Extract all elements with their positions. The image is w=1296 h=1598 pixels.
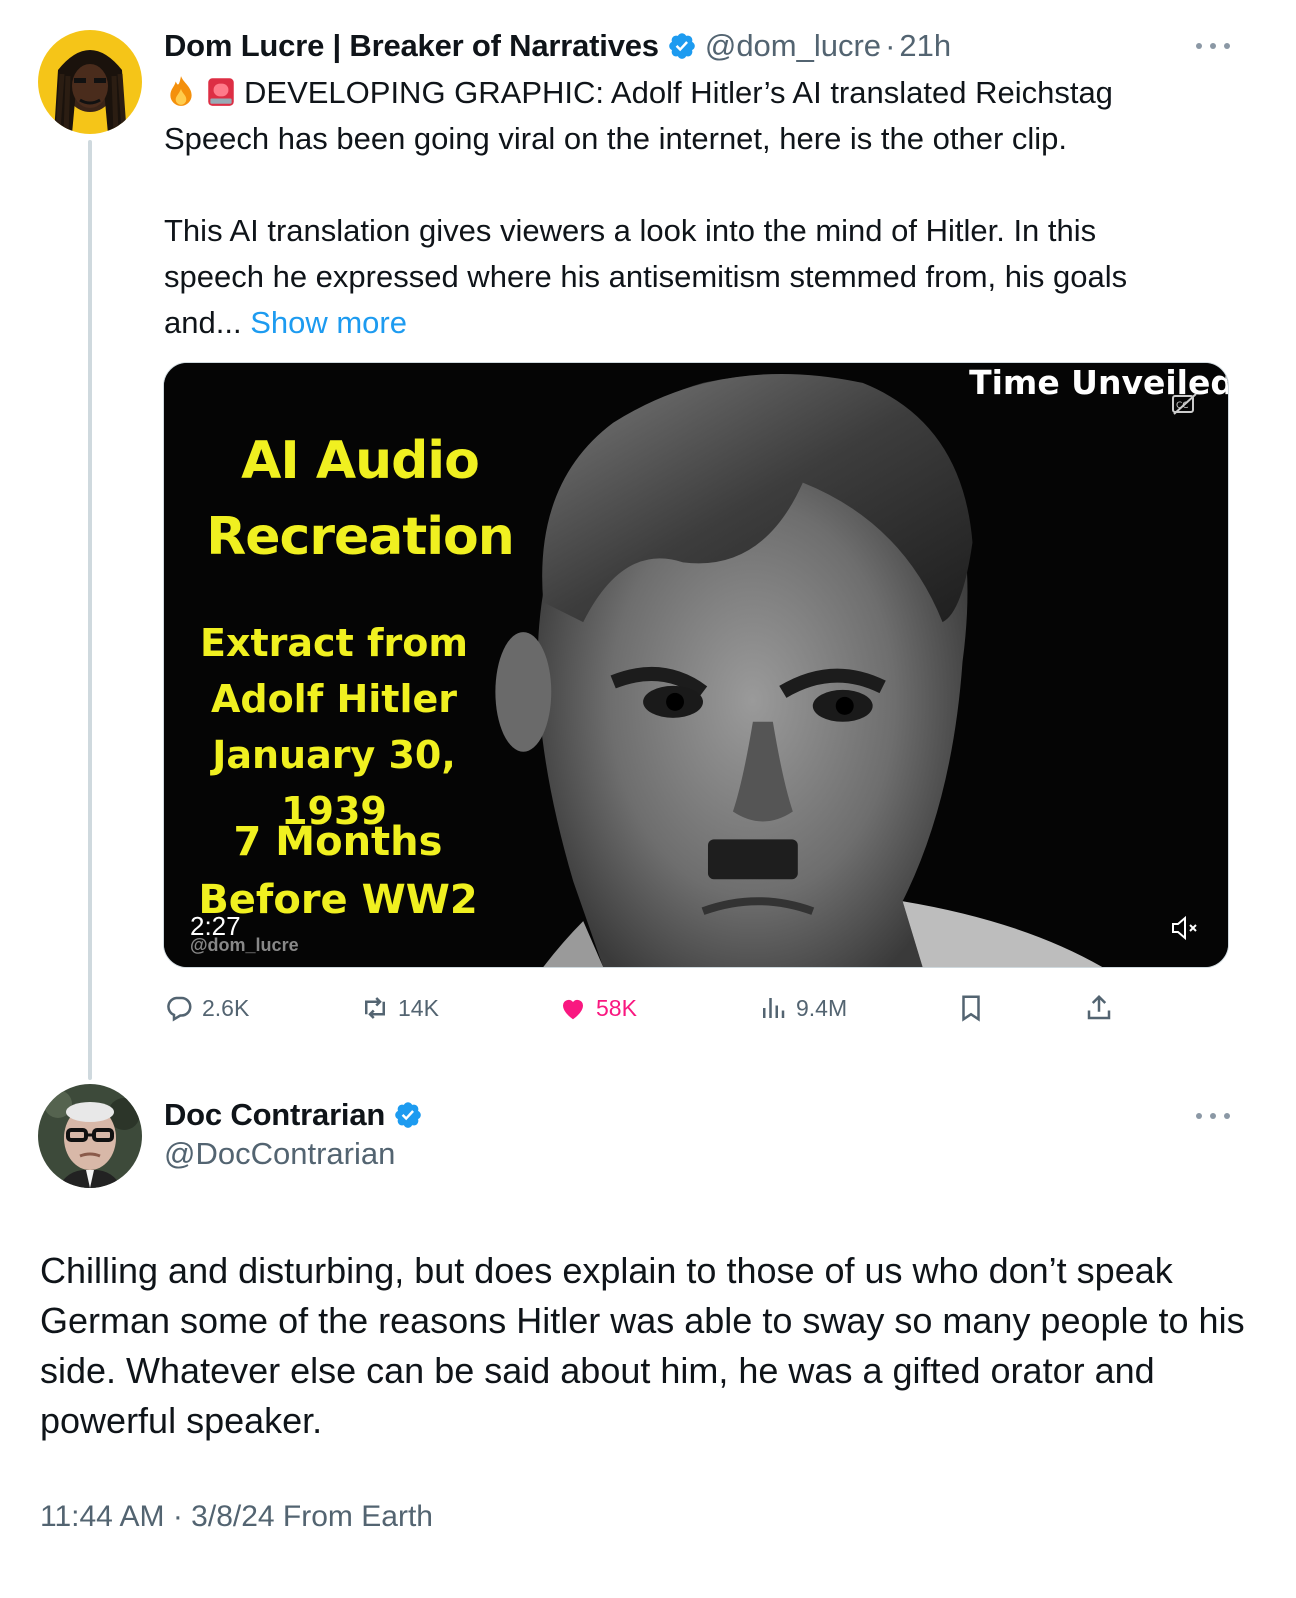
bookmark-icon xyxy=(962,995,980,1022)
mute-icon[interactable] xyxy=(1170,915,1200,941)
separator-dot: · xyxy=(885,28,896,63)
tweet-text-line-1: DEVELOPING GRAPHIC: Adolf Hitler’s AI tr… xyxy=(244,75,1113,110)
like-button[interactable]: 58K xyxy=(558,988,637,1028)
views-button[interactable]: 9.4M xyxy=(758,988,847,1028)
like-heart-icon xyxy=(563,999,583,1020)
thread-connector-line xyxy=(88,140,92,1080)
share-icon xyxy=(1087,994,1111,1020)
media-title-line-1: AI Audio xyxy=(241,431,480,491)
tweet-text-line-5: and... xyxy=(164,305,242,340)
views-icon xyxy=(763,998,785,1018)
show-more-link[interactable]: Show more xyxy=(250,305,407,340)
tweet-header: Dom Lucre | Breaker of Narratives @dom_l… xyxy=(164,26,951,66)
author-name[interactable]: Dom Lucre | Breaker of Narratives xyxy=(164,28,659,64)
verified-badge-icon xyxy=(669,33,695,59)
reply-button[interactable]: 2.6K xyxy=(164,988,249,1028)
more-options-icon[interactable] xyxy=(1196,36,1230,56)
media-title: AI Audio Recreation xyxy=(190,423,530,575)
media-extract-line-1: Extract from xyxy=(200,621,468,665)
repost-icon xyxy=(365,997,385,1019)
reply-count: 2.6K xyxy=(202,994,250,1021)
repost-button[interactable]: 14K xyxy=(360,988,439,1028)
bookmark-button[interactable] xyxy=(956,988,994,1028)
author-name[interactable]: Doc Contrarian xyxy=(164,1097,385,1133)
fire-emoji xyxy=(170,76,192,106)
tweet-body: DEVELOPING GRAPHIC: Adolf Hitler’s AI tr… xyxy=(164,70,1224,346)
siren-emoji xyxy=(208,78,234,106)
tweet-actions-bar: 2.6K 14K 58K 9.4M xyxy=(164,988,1124,1028)
like-count: 58K xyxy=(596,994,637,1021)
views-count: 9.4M xyxy=(796,994,848,1021)
author-handle[interactable]: @DocContrarian xyxy=(164,1136,395,1172)
media-title-line-2: Recreation xyxy=(206,507,515,567)
author-handle[interactable]: @dom_lucre xyxy=(705,28,881,64)
media-extract: Extract from Adolf Hitler January 30, 19… xyxy=(164,615,504,839)
repost-count: 14K xyxy=(398,994,439,1021)
tweet-time[interactable]: 21h xyxy=(899,28,951,64)
media-extract-line-2: Adolf Hitler xyxy=(210,677,458,721)
tweet-text-line-3: This AI translation gives viewers a look… xyxy=(164,213,1097,248)
avatar-dom-lucre[interactable] xyxy=(38,30,142,134)
tweet-text-line-2: Speech has been going viral on the inter… xyxy=(164,121,1068,156)
more-options-icon[interactable] xyxy=(1196,1106,1230,1126)
video-player[interactable]: AI Audio Recreation Extract from Adolf H… xyxy=(163,362,1229,968)
share-button[interactable] xyxy=(1084,988,1122,1028)
tweet-timestamp[interactable]: 11:44 AM · 3/8/24 From Earth xyxy=(40,1500,433,1534)
media-months-line-1: 7 Months xyxy=(233,819,443,865)
tweet2-body: Chilling and disturbing, but does explai… xyxy=(40,1250,1245,1441)
verified-badge-icon xyxy=(395,1102,421,1128)
video-watermark: @dom_lucre xyxy=(190,935,299,955)
reply-icon xyxy=(167,996,192,1022)
tweet2-header: Doc Contrarian xyxy=(164,1094,423,1136)
cc-icon[interactable]: CC xyxy=(1172,393,1198,415)
tweet-text-line-4: speech he expressed where his antisemiti… xyxy=(164,259,1128,294)
avatar-doc-contrarian[interactable] xyxy=(38,1084,142,1188)
